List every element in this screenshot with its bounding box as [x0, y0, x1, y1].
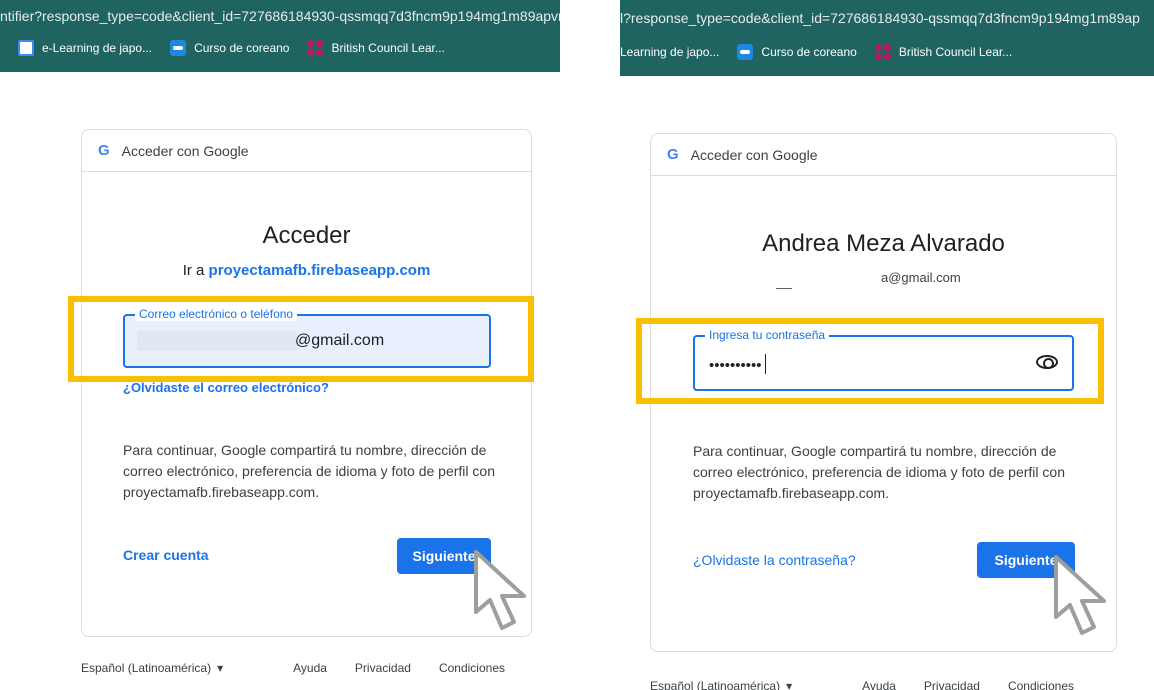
hand-cursor-icon [1054, 555, 1106, 635]
footer: Español (Latinoamérica) Ayuda Privacidad… [650, 679, 1074, 690]
create-account-link[interactable]: Crear cuenta [123, 547, 209, 563]
forgot-email-link[interactable]: ¿Olvidaste el correo electrónico? [123, 380, 329, 395]
bookmark-curso-coreano[interactable]: Curso de coreano [737, 44, 857, 60]
card-header: G Acceder con Google [82, 130, 531, 172]
subtitle-prefix: Ir a [182, 262, 209, 279]
british-council-icon [874, 44, 891, 60]
hand-cursor-icon [474, 550, 526, 630]
bookmark-british-council[interactable]: British Council Lear... [874, 44, 1013, 60]
site-link[interactable]: proyectamafb.firebaseapp.com [209, 262, 431, 279]
british-council-icon [307, 40, 324, 56]
footer-privacy-link[interactable]: Privacidad [355, 661, 411, 675]
highlight-box [68, 296, 534, 382]
card-header: G Acceder con Google [651, 134, 1116, 176]
subtitle: Ir a proyectamafb.firebaseapp.com [82, 262, 531, 279]
forgot-password-link[interactable]: ¿Olvidaste la contraseña? [693, 552, 856, 568]
google-signin-card: G Acceder con Google Acceder Ir a proyec… [81, 129, 532, 637]
highlight-box [636, 318, 1104, 404]
bookmark-label: British Council Lear... [331, 41, 445, 55]
url-bar-text[interactable]: ntifier?response_type=code&client_id=727… [0, 8, 560, 24]
browser-bar: l?response_type=code&client_id=727686184… [620, 0, 1154, 76]
consent-info-text: Para continuar, Google compartirá tu nom… [123, 442, 495, 500]
card-header-label: Acceder con Google [121, 142, 249, 159]
bookmarks-bar: Learning de japo... Curso de coreano Bri… [620, 44, 1030, 60]
google-g-icon: G [98, 142, 110, 159]
bookmarks-bar: e-Learning de japo... Curso de coreano B… [0, 40, 463, 56]
footer-privacy-link[interactable]: Privacidad [924, 679, 980, 690]
consent-info-text: Para continuar, Google compartirá tu nom… [693, 443, 1065, 501]
language-selector[interactable]: Español (Latinoamérica) [650, 679, 792, 690]
left-screenshot-panel: ntifier?response_type=code&client_id=727… [0, 0, 560, 690]
coreano-icon [737, 44, 754, 60]
account-name: Andrea Meza Alvarado [762, 230, 1005, 257]
bookmark-elearning[interactable]: Learning de japo... [620, 45, 719, 59]
page-title: Acceder [262, 222, 351, 249]
bookmark-british-council[interactable]: British Council Lear... [307, 40, 445, 56]
browser-bar: ntifier?response_type=code&client_id=727… [0, 0, 560, 72]
bookmark-curso-coreano[interactable]: Curso de coreano [170, 40, 289, 56]
right-screenshot-panel: l?response_type=code&client_id=727686184… [620, 0, 1154, 690]
footer: Español (Latinoamérica) Ayuda Privacidad… [81, 661, 505, 675]
bookmark-label: British Council Lear... [898, 45, 1013, 59]
bookmark-label: Learning de japo... [620, 45, 720, 59]
footer-help-link[interactable]: Ayuda [862, 679, 896, 690]
footer-help-link[interactable]: Ayuda [293, 661, 327, 675]
footer-terms-link[interactable]: Condiciones [1008, 679, 1074, 690]
google-g-icon: G [667, 146, 679, 163]
bookmark-label: Curso de coreano [761, 45, 857, 59]
footer-terms-link[interactable]: Condiciones [439, 661, 505, 675]
redacted-email-mark [776, 288, 792, 289]
account-email: a@gmail.com [881, 270, 961, 285]
bookmark-elearning[interactable]: e-Learning de japo... [0, 40, 152, 56]
bookmark-label: e-Learning de japo... [42, 41, 153, 55]
coreano-icon [170, 40, 187, 56]
elearning-icon [18, 40, 34, 56]
language-selector[interactable]: Español (Latinoamérica) [81, 661, 223, 675]
url-bar-text[interactable]: l?response_type=code&client_id=727686184… [620, 10, 1140, 26]
card-header-label: Acceder con Google [690, 146, 818, 163]
bookmark-label: Curso de coreano [194, 41, 290, 55]
